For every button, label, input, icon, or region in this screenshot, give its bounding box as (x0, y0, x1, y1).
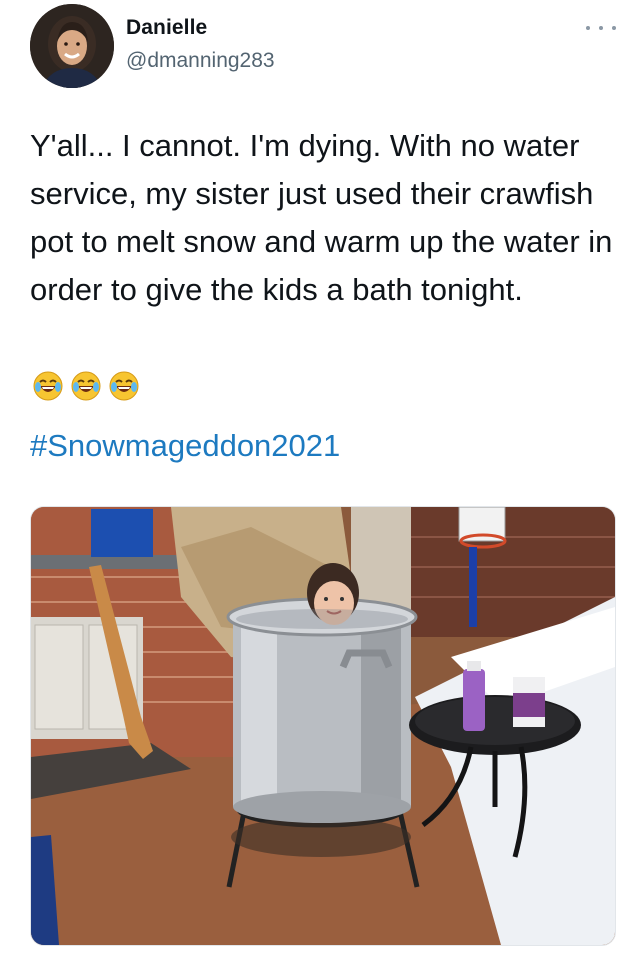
more-options-icon[interactable] (586, 18, 616, 38)
tweet-photo[interactable] (30, 506, 616, 946)
laughing-emoji-icon (109, 371, 139, 401)
hashtag-link[interactable]: #Snowmageddon2021 (30, 428, 340, 464)
dot (599, 26, 603, 30)
emoji-row (32, 370, 140, 402)
dot (612, 26, 616, 30)
tweet-header: Danielle @dmanning283 (0, 0, 644, 100)
avatar[interactable] (30, 4, 114, 88)
laughing-emoji-icon (71, 371, 101, 401)
display-name[interactable]: Danielle (126, 16, 207, 40)
dot (586, 26, 590, 30)
user-handle[interactable]: @dmanning283 (126, 49, 275, 73)
laughing-emoji-icon (33, 371, 63, 401)
tweet-text: Y'all... I cannot. I'm dying. With no wa… (30, 128, 613, 307)
